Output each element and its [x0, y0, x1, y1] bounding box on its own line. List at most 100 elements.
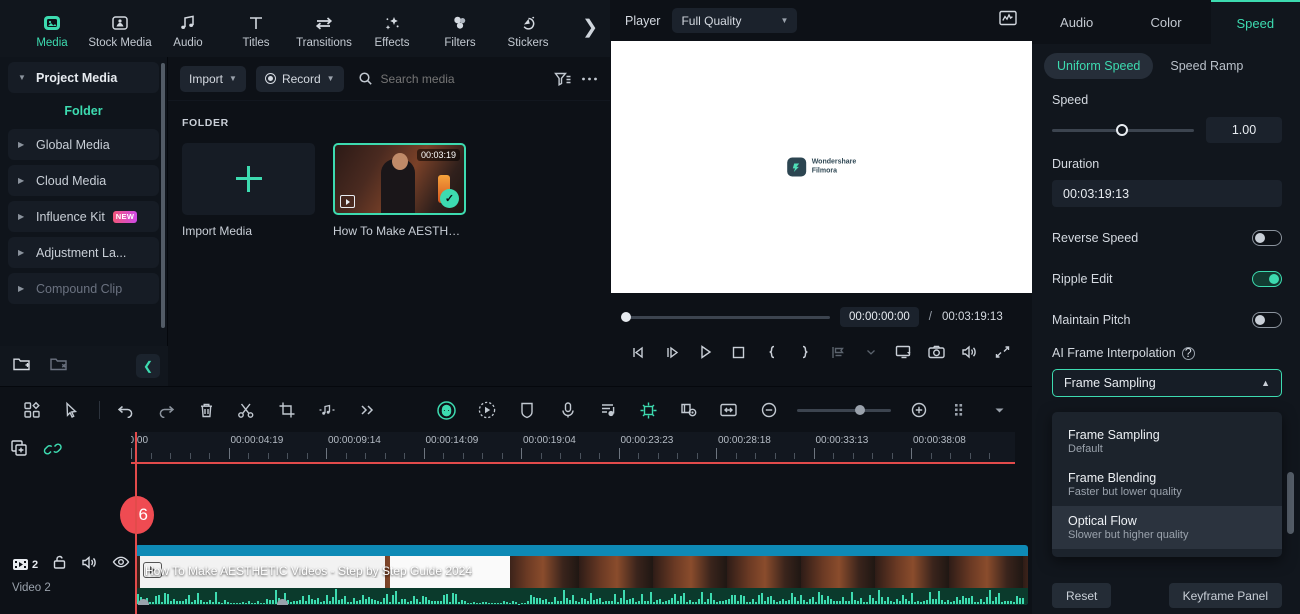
track-lock-icon[interactable]	[52, 554, 67, 575]
markers-button[interactable]	[821, 340, 854, 364]
stop-button[interactable]	[722, 340, 755, 364]
tab-stock-media[interactable]: Stock Media	[86, 8, 154, 49]
tab-filters[interactable]: Filters	[426, 8, 494, 49]
detach-audio-icon[interactable]	[307, 395, 347, 425]
timeline-options-chevron-icon[interactable]	[980, 395, 1020, 425]
ripple-edit-toggle[interactable]	[1252, 270, 1282, 287]
seek-handle[interactable]	[621, 312, 631, 322]
link-clips-icon[interactable]	[43, 440, 63, 463]
crop-icon[interactable]	[267, 395, 307, 425]
speed-slider-handle[interactable]	[1115, 124, 1128, 136]
timeline-settings-grid-icon[interactable]	[940, 395, 980, 425]
undo-icon[interactable]	[106, 395, 146, 425]
more-tools-icon[interactable]	[347, 395, 387, 425]
segment-uniform-speed[interactable]: Uniform Speed	[1044, 53, 1154, 79]
keyframe-panel-button[interactable]: Keyframe Panel	[1168, 583, 1282, 608]
maintain-pitch-toggle[interactable]	[1252, 311, 1282, 328]
green-screen-icon[interactable]	[668, 395, 708, 425]
clip-handle-left[interactable]	[138, 599, 149, 605]
dropdown-option-frame-blending[interactable]: Frame Blending Faster but lower quality	[1052, 463, 1282, 506]
filter-icon[interactable]	[554, 71, 571, 87]
delete-icon[interactable]	[186, 395, 226, 425]
ai-frame-interpolation-select[interactable]: Frame Sampling ▲	[1052, 369, 1282, 397]
tab-effects[interactable]: Effects	[358, 8, 426, 49]
ai-copilot-icon[interactable]	[427, 395, 467, 425]
sidebar-item-adjustment-layer[interactable]: ▶ Adjustment La...	[8, 237, 159, 268]
record-button[interactable]: Record ▼	[255, 65, 344, 92]
help-icon[interactable]: ?	[1181, 346, 1195, 360]
dropdown-option-frame-sampling[interactable]: Frame Sampling Default	[1052, 420, 1282, 463]
timeline-zoom-slider[interactable]	[797, 405, 892, 415]
more-options-icon[interactable]	[581, 76, 598, 82]
timeline-zoom-handle[interactable]	[855, 405, 866, 415]
media-item-thumbnail[interactable]: 00:03:19 ✓	[333, 143, 466, 215]
zoom-in-icon[interactable]	[899, 395, 939, 425]
delete-folder-icon[interactable]	[49, 355, 68, 377]
import-media-dropzone[interactable]	[182, 143, 315, 215]
preview-canvas[interactable]: Wondershare Filmora	[611, 41, 1032, 293]
expand-button[interactable]	[986, 340, 1019, 364]
tab-titles[interactable]: Titles	[222, 8, 290, 49]
timeline-vertical-scrollbar[interactable]	[1287, 472, 1294, 534]
tab-color-props[interactable]: Color	[1121, 0, 1210, 44]
segment-speed-ramp[interactable]: Speed Ramp	[1157, 53, 1256, 79]
media-item-tile[interactable]: 00:03:19 ✓ How To Make AESTHE...	[333, 143, 466, 238]
tab-transitions[interactable]: Transitions	[290, 8, 358, 49]
track-mute-icon[interactable]	[81, 555, 98, 575]
add-track-icon[interactable]	[10, 439, 29, 463]
zoom-out-icon[interactable]	[749, 395, 789, 425]
scopes-icon[interactable]	[998, 9, 1018, 32]
ai-effects-icon[interactable]	[467, 395, 507, 425]
auto-reframe-icon[interactable]	[628, 395, 668, 425]
previous-frame-button[interactable]	[623, 340, 656, 364]
tabs-next-chevron-icon[interactable]: ❯	[582, 16, 598, 39]
playhead[interactable]	[135, 432, 137, 614]
sidebar-item-global-media[interactable]: ▶ Global Media	[8, 129, 159, 160]
timeline-ruler[interactable]: 00:00 00:00:04:19 00:00:09:14 00:00:14:09 00…	[131, 432, 1015, 464]
mark-out-button[interactable]	[788, 340, 821, 364]
grid-view-icon[interactable]	[12, 395, 52, 425]
reset-button[interactable]: Reset	[1052, 583, 1112, 608]
search-input[interactable]	[380, 71, 531, 86]
sidebar-item-compound-clip[interactable]: ▶ Compound Clip	[8, 273, 159, 304]
volume-button[interactable]	[953, 340, 986, 364]
dropdown-option-optical-flow[interactable]: Optical Flow Slower but higher quality	[1052, 506, 1282, 549]
fullscreen-preview-button[interactable]	[887, 340, 920, 364]
mark-in-button[interactable]	[755, 340, 788, 364]
fit-to-width-icon[interactable]	[709, 395, 749, 425]
split-scissors-icon[interactable]	[226, 395, 266, 425]
redo-icon[interactable]	[146, 395, 186, 425]
sidebar-item-cloud-media[interactable]: ▶ Cloud Media	[8, 165, 159, 196]
audio-mixer-icon[interactable]	[588, 395, 628, 425]
import-media-tile[interactable]: Import Media	[182, 143, 315, 238]
current-timecode[interactable]: 00:00:00:00	[840, 307, 919, 327]
sidebar-folder-label[interactable]: Folder	[0, 98, 167, 124]
collapse-sidebar-button[interactable]: ❮	[136, 354, 160, 378]
clip-handle-mid[interactable]	[277, 599, 288, 605]
sidebar-scrollbar[interactable]	[161, 63, 165, 328]
mask-shield-icon[interactable]	[507, 395, 547, 425]
tab-speed-props[interactable]: Speed	[1210, 0, 1300, 44]
microphone-icon[interactable]	[547, 395, 587, 425]
speed-value-field[interactable]: 1.00	[1206, 117, 1282, 143]
markers-dropdown-icon[interactable]	[854, 340, 887, 364]
player-quality-select[interactable]: Full Quality ▼	[672, 8, 798, 33]
tab-stickers[interactable]: Stickers	[494, 8, 562, 49]
snapshot-button[interactable]	[920, 340, 953, 364]
selection-tool-icon[interactable]	[52, 395, 92, 425]
track-visibility-icon[interactable]	[112, 555, 130, 574]
tab-audio-props[interactable]: Audio	[1032, 0, 1121, 44]
new-folder-icon[interactable]	[12, 355, 31, 377]
reverse-speed-toggle[interactable]	[1252, 229, 1282, 246]
tab-media[interactable]: Media	[18, 8, 86, 49]
sidebar-item-influence-kit[interactable]: ▶ Influence Kit NEW	[8, 201, 159, 232]
speed-slider[interactable]	[1052, 124, 1194, 136]
sidebar-item-project-media[interactable]: ▼ Project Media	[8, 62, 159, 93]
play-button[interactable]	[689, 340, 722, 364]
tab-audio[interactable]: Audio	[154, 8, 222, 49]
timeline-clip[interactable]: How To Make AESTHETIC Videos - Step by S…	[135, 545, 1028, 605]
next-frame-button[interactable]	[656, 340, 689, 364]
duration-field[interactable]: 00:03:19:13	[1052, 180, 1282, 207]
import-button[interactable]: Import ▼	[180, 65, 246, 92]
player-seek-slider[interactable]	[621, 312, 830, 322]
